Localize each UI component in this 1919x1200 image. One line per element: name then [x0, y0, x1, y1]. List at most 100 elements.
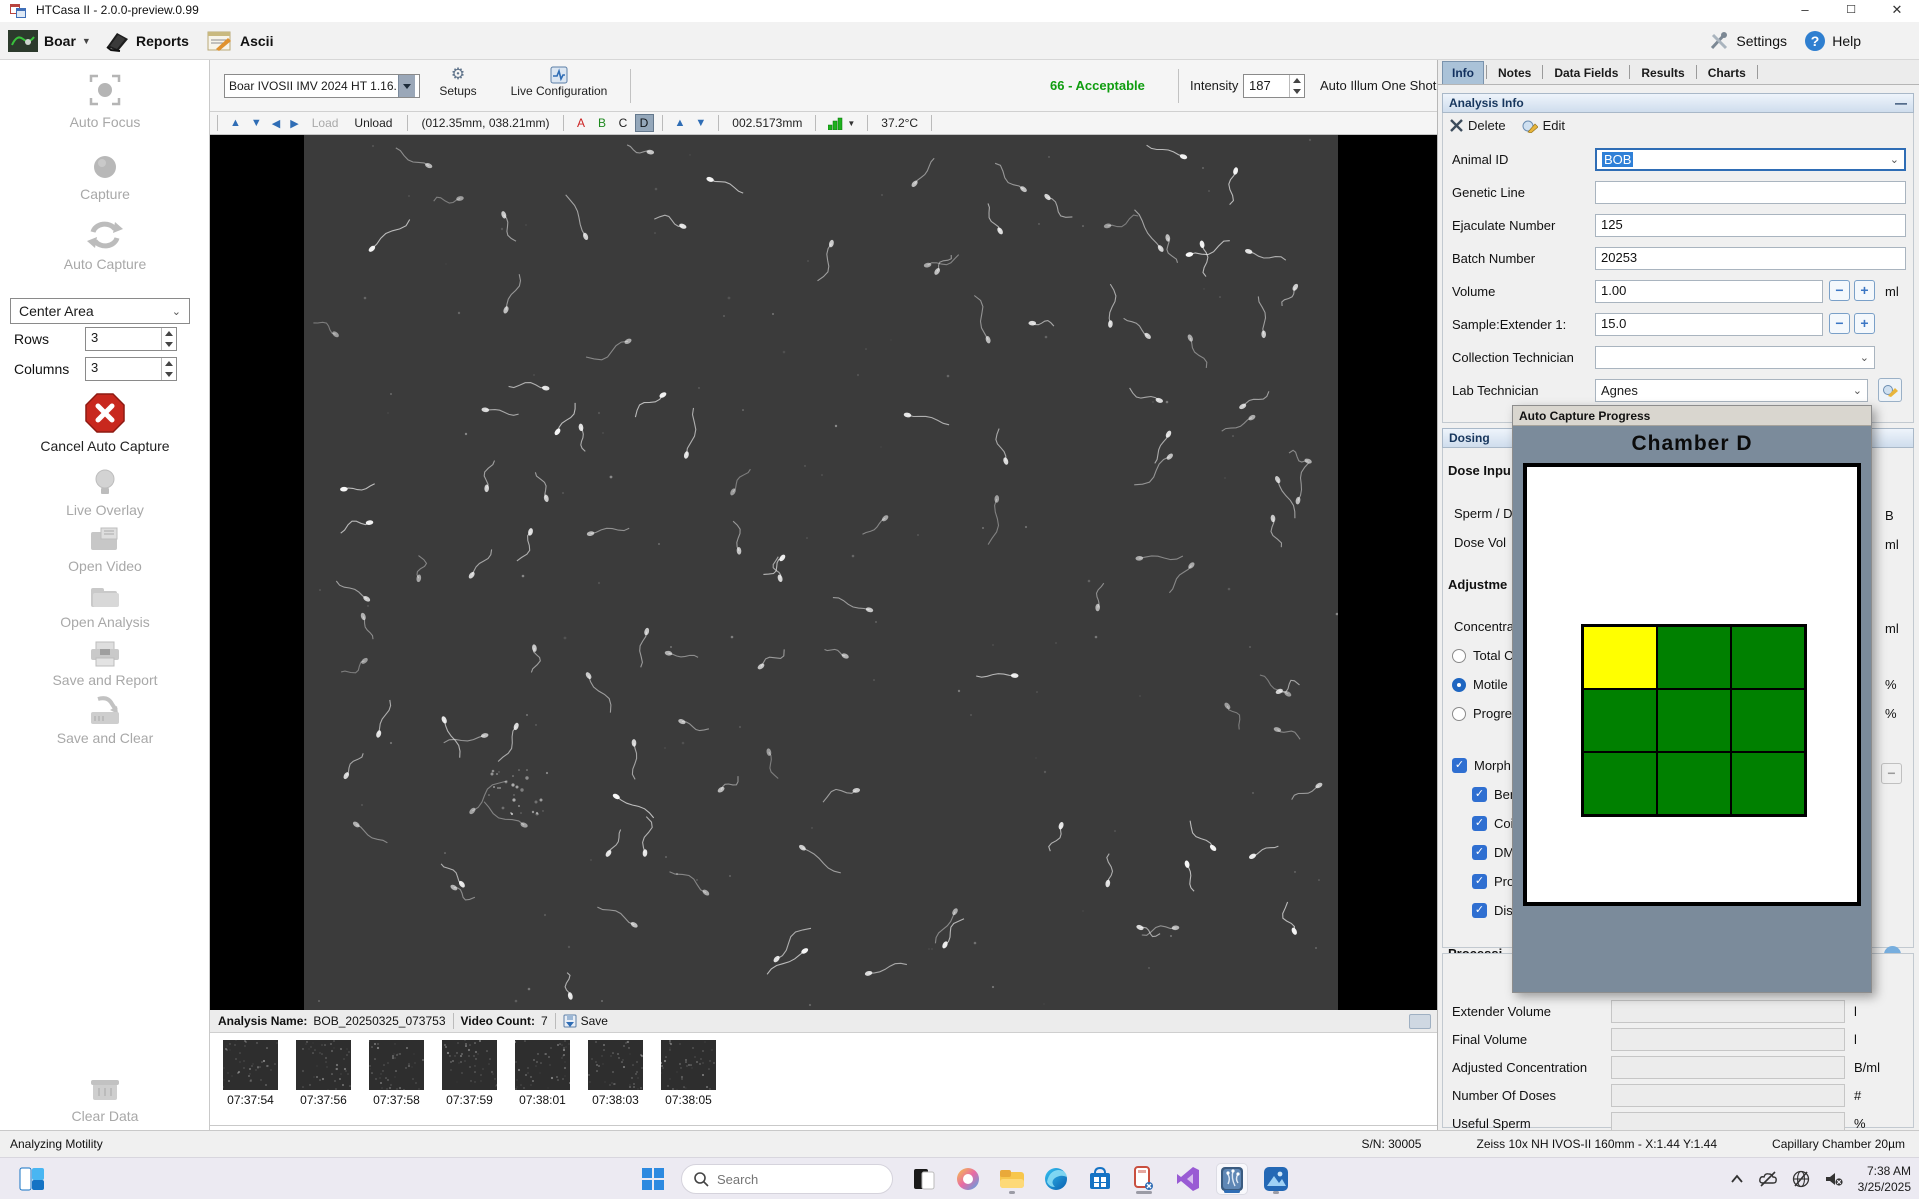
collection-technician-combo[interactable]: ⌄: [1595, 346, 1875, 369]
unload-button[interactable]: Unload: [354, 116, 392, 130]
stage-up-button[interactable]: ▲: [230, 117, 241, 129]
collapse-icon[interactable]: —: [1895, 96, 1907, 110]
columns-spin-arrows[interactable]: [161, 358, 176, 380]
auto-capture-progress-window[interactable]: Auto Capture Progress Chamber D: [1512, 405, 1872, 993]
setups-button[interactable]: ⚙ Setups: [432, 66, 484, 98]
delete-button[interactable]: Delete: [1450, 118, 1506, 133]
open-analysis-button[interactable]: Open Analysis: [0, 584, 210, 630]
file-explorer-icon[interactable]: [996, 1163, 1028, 1195]
microscope-image[interactable]: [304, 135, 1338, 1010]
preset-combo[interactable]: Boar IVOSII IMV 2024 HT 1.16.: [224, 74, 420, 98]
thumbnail-image[interactable]: [661, 1040, 716, 1090]
tab-notes[interactable]: Notes: [1489, 62, 1540, 84]
tab-results[interactable]: Results: [1632, 62, 1693, 84]
sample-extender-plus-button[interactable]: +: [1854, 313, 1875, 334]
genetic-line-input[interactable]: [1595, 181, 1906, 204]
maximize-button[interactable]: ☐: [1829, 0, 1873, 22]
chamber-button-b[interactable]: B: [593, 114, 612, 132]
thumbnail-image[interactable]: [223, 1040, 278, 1090]
edit-button[interactable]: Edit: [1522, 118, 1565, 133]
menu-settings[interactable]: Settings: [1708, 25, 1787, 57]
volume-minus-button[interactable]: −: [1829, 280, 1850, 301]
microsoft-store-icon[interactable]: [1084, 1163, 1116, 1195]
taskbar-clock[interactable]: 7:38 AM 3/25/2025: [1858, 1163, 1911, 1195]
stage-left-button[interactable]: ◀: [272, 117, 280, 130]
auto-illum-one-shot[interactable]: Auto Illum One Shot: [1320, 78, 1436, 93]
stage-right-button[interactable]: ▶: [290, 117, 298, 130]
tray-chevron-icon[interactable]: [1730, 1174, 1744, 1184]
columns-stepper[interactable]: 3: [85, 357, 177, 381]
open-video-button[interactable]: Open Video: [0, 526, 210, 574]
onedrive-paused-icon[interactable]: [1758, 1171, 1778, 1187]
video-thumbnail[interactable]: 07:37:59: [442, 1040, 497, 1107]
menu-help[interactable]: ? Help: [1804, 25, 1861, 57]
analysis-info-header[interactable]: Analysis Info —: [1442, 93, 1914, 113]
live-configuration-button[interactable]: Live Configuration: [500, 66, 618, 98]
radio-progre[interactable]: Progre: [1452, 706, 1512, 721]
htcasa-app-icon[interactable]: [1216, 1163, 1248, 1195]
close-button[interactable]: ✕: [1875, 0, 1919, 22]
sample-extender-input[interactable]: 15.0: [1595, 313, 1823, 336]
start-button[interactable]: [637, 1163, 669, 1195]
thumbnail-image[interactable]: [588, 1040, 643, 1090]
filmstrip-scrollbar[interactable]: [1409, 1014, 1431, 1029]
video-thumbnail[interactable]: 07:38:01: [515, 1040, 570, 1107]
thumbnail-image[interactable]: [369, 1040, 424, 1090]
chamber-button-c[interactable]: C: [614, 114, 633, 132]
snipping-tool-icon[interactable]: [1128, 1163, 1160, 1195]
video-thumbnail[interactable]: 07:38:05: [661, 1040, 716, 1107]
preset-combo-button[interactable]: [398, 75, 415, 97]
microscope-viewer[interactable]: [210, 135, 1437, 1010]
intensity-stepper[interactable]: 187: [1243, 74, 1305, 98]
thumbnail-image[interactable]: [442, 1040, 497, 1090]
photos-app-icon[interactable]: [1260, 1163, 1292, 1195]
batch-number-input[interactable]: 20253: [1595, 247, 1906, 270]
sample-extender-minus-button[interactable]: −: [1829, 313, 1850, 334]
clear-data-button[interactable]: Clear Data: [0, 1076, 210, 1124]
tab-data-fields[interactable]: Data Fields: [1545, 62, 1627, 84]
video-thumbnail[interactable]: 07:38:03: [588, 1040, 643, 1107]
save-and-clear-button[interactable]: Save and Clear: [0, 696, 210, 746]
menu-reports[interactable]: Reports: [104, 25, 189, 57]
video-thumbnail[interactable]: 07:37:56: [296, 1040, 351, 1107]
visual-studio-icon[interactable]: [1172, 1163, 1204, 1195]
chamber-button-a[interactable]: A: [572, 114, 591, 132]
rows-spin-arrows[interactable]: [161, 328, 176, 350]
rows-stepper[interactable]: 3: [85, 327, 177, 351]
save-button[interactable]: Save: [563, 1014, 608, 1028]
capture-button[interactable]: Capture: [0, 152, 210, 202]
morph-checkbox-row[interactable]: ✓ Morph: [1452, 758, 1511, 773]
task-view-icon[interactable]: [908, 1163, 940, 1195]
copilot-icon[interactable]: [952, 1163, 984, 1195]
video-thumbnail[interactable]: 07:37:58: [369, 1040, 424, 1107]
edge-icon[interactable]: [1040, 1163, 1072, 1195]
cancel-auto-capture-button[interactable]: Cancel Auto Capture: [0, 392, 210, 454]
tab-info[interactable]: Info: [1442, 61, 1484, 84]
radio-motile[interactable]: Motile: [1452, 677, 1508, 692]
focus-down-button[interactable]: ▼: [695, 117, 706, 129]
search-input[interactable]: [717, 1172, 857, 1187]
live-overlay-button[interactable]: Live Overlay: [0, 468, 210, 518]
thumbnail-image[interactable]: [515, 1040, 570, 1090]
taskbar-search[interactable]: [681, 1164, 893, 1194]
auto-focus-button[interactable]: Auto Focus: [0, 70, 210, 130]
volume-input[interactable]: 1.00: [1595, 280, 1823, 303]
save-and-report-button[interactable]: Save and Report: [0, 640, 210, 688]
animal-id-combo[interactable]: BOB ⌄: [1595, 148, 1906, 171]
lab-technician-edit-button[interactable]: [1878, 378, 1902, 402]
thumbnail-image[interactable]: [296, 1040, 351, 1090]
lab-technician-combo[interactable]: Agnes ⌄: [1595, 379, 1868, 402]
radio-total-c[interactable]: Total C: [1452, 648, 1513, 663]
signal-level-button[interactable]: ▼: [828, 117, 855, 130]
minimize-button[interactable]: –: [1783, 0, 1827, 22]
no-internet-icon[interactable]: [1792, 1170, 1810, 1188]
speaker-muted-icon[interactable]: [1824, 1171, 1844, 1187]
volume-plus-button[interactable]: +: [1854, 280, 1875, 301]
menu-ascii[interactable]: Ascii: [206, 25, 273, 57]
video-thumbnail[interactable]: 07:37:54: [223, 1040, 278, 1107]
popup-title-bar[interactable]: Auto Capture Progress: [1513, 406, 1871, 426]
chamber-button-d[interactable]: D: [635, 114, 654, 132]
ejaculate-number-input[interactable]: 125: [1595, 214, 1906, 237]
stage-down-button[interactable]: ▼: [251, 117, 262, 129]
focus-up-button[interactable]: ▲: [675, 117, 686, 129]
